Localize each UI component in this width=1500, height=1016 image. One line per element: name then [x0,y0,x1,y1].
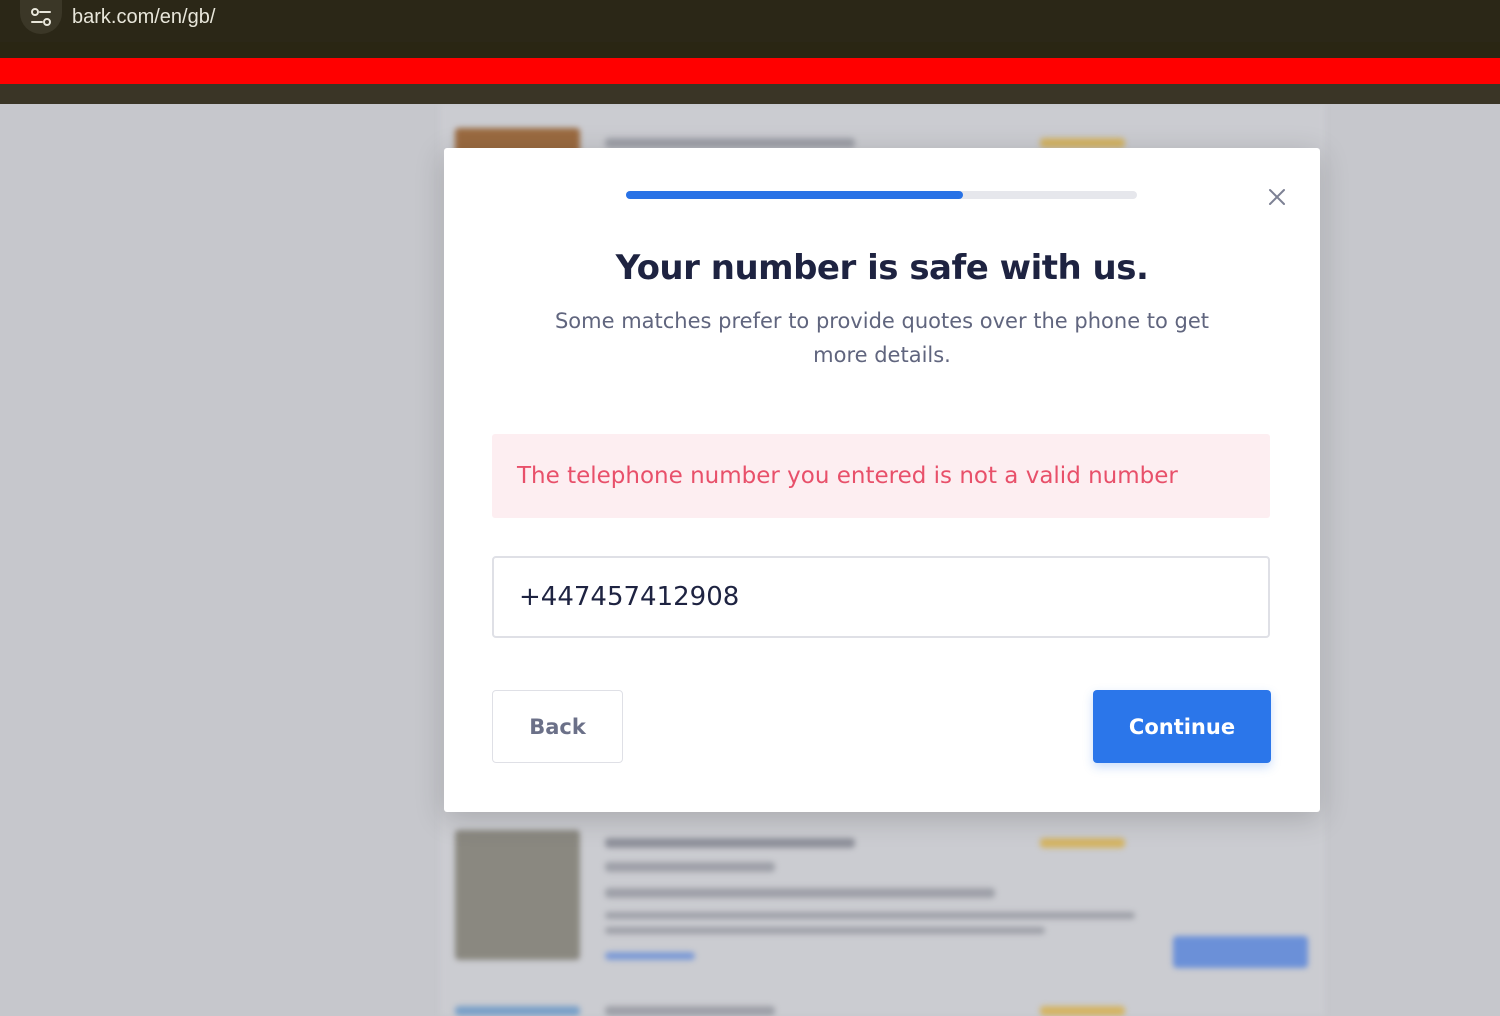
close-button[interactable] [1262,184,1292,214]
background-link [605,952,695,960]
error-alert: The telephone number you entered is not … [492,434,1270,518]
background-text-line [605,927,1045,934]
background-text-line [605,888,995,898]
background-text-line [605,838,855,848]
background-listing-card [455,1000,1315,1016]
error-message: The telephone number you entered is not … [517,463,1178,489]
background-text-line [605,862,775,872]
continue-button[interactable]: Continue [1093,690,1271,763]
background-thumbnail [455,830,580,960]
back-button[interactable]: Back [492,690,623,763]
background-thumbnail [455,1006,580,1016]
background-text-line [605,138,855,148]
phone-number-input[interactable] [492,556,1270,638]
browser-toolbar: bark.com/en/gb/ [0,0,1500,104]
progress-bar-fill [626,191,964,199]
background-rating [1040,838,1125,848]
progress-bar [626,191,1137,199]
close-icon [1267,187,1287,211]
red-highlight-bar [0,58,1500,84]
tune-icon[interactable] [20,0,62,34]
modal-subtitle: Some matches prefer to provide quotes ov… [554,309,1210,367]
toolbar-divider [0,84,1500,104]
background-button [1173,936,1308,968]
background-rating [1040,138,1125,148]
phone-number-modal: Your number is safe with us. Some matche… [444,148,1320,812]
background-rating [1040,1006,1125,1016]
background-listing-card [455,830,1315,968]
address-bar[interactable]: bark.com/en/gb/ [0,0,1500,42]
background-text-line [605,1006,775,1016]
modal-title: Your number is safe with us. [615,248,1149,288]
background-text-line [605,912,1135,919]
url-text[interactable]: bark.com/en/gb/ [72,4,215,30]
